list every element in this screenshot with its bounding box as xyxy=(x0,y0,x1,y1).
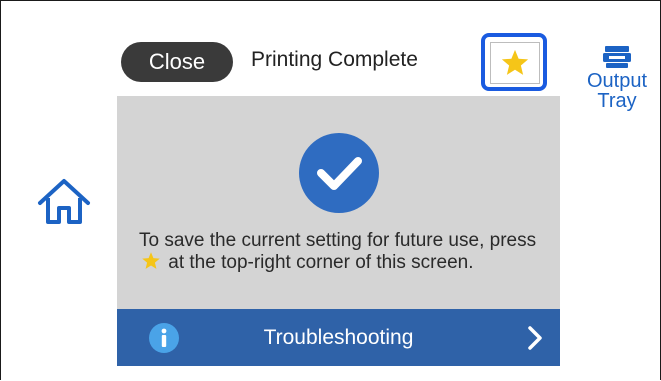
message-panel: To save the current setting for future u… xyxy=(117,96,560,309)
home-button[interactable] xyxy=(36,176,92,226)
troubleshooting-label: Troubleshooting xyxy=(263,326,414,349)
home-icon xyxy=(38,179,90,224)
star-icon xyxy=(142,252,160,269)
output-tray-icon xyxy=(603,46,631,68)
status-message-part1: To save the current setting for future u… xyxy=(139,230,537,251)
close-button[interactable]: Close xyxy=(121,42,233,82)
output-tray-label-line1: Output xyxy=(586,70,648,92)
troubleshooting-button[interactable]: Troubleshooting xyxy=(117,309,560,366)
output-tray-label-line2: Tray xyxy=(597,90,637,112)
output-tray-button[interactable]: Output Tray xyxy=(578,45,656,111)
favorite-button[interactable] xyxy=(481,33,547,91)
checkmark-icon xyxy=(299,133,379,213)
status-message-part2: at the top-right corner of this screen. xyxy=(168,252,474,273)
chevron-right-icon xyxy=(528,326,542,350)
favorite-button-face[interactable] xyxy=(490,42,540,84)
page-title: Printing Complete xyxy=(251,48,418,71)
status-message: To save the current setting for future u… xyxy=(139,230,549,273)
star-icon xyxy=(501,49,529,75)
